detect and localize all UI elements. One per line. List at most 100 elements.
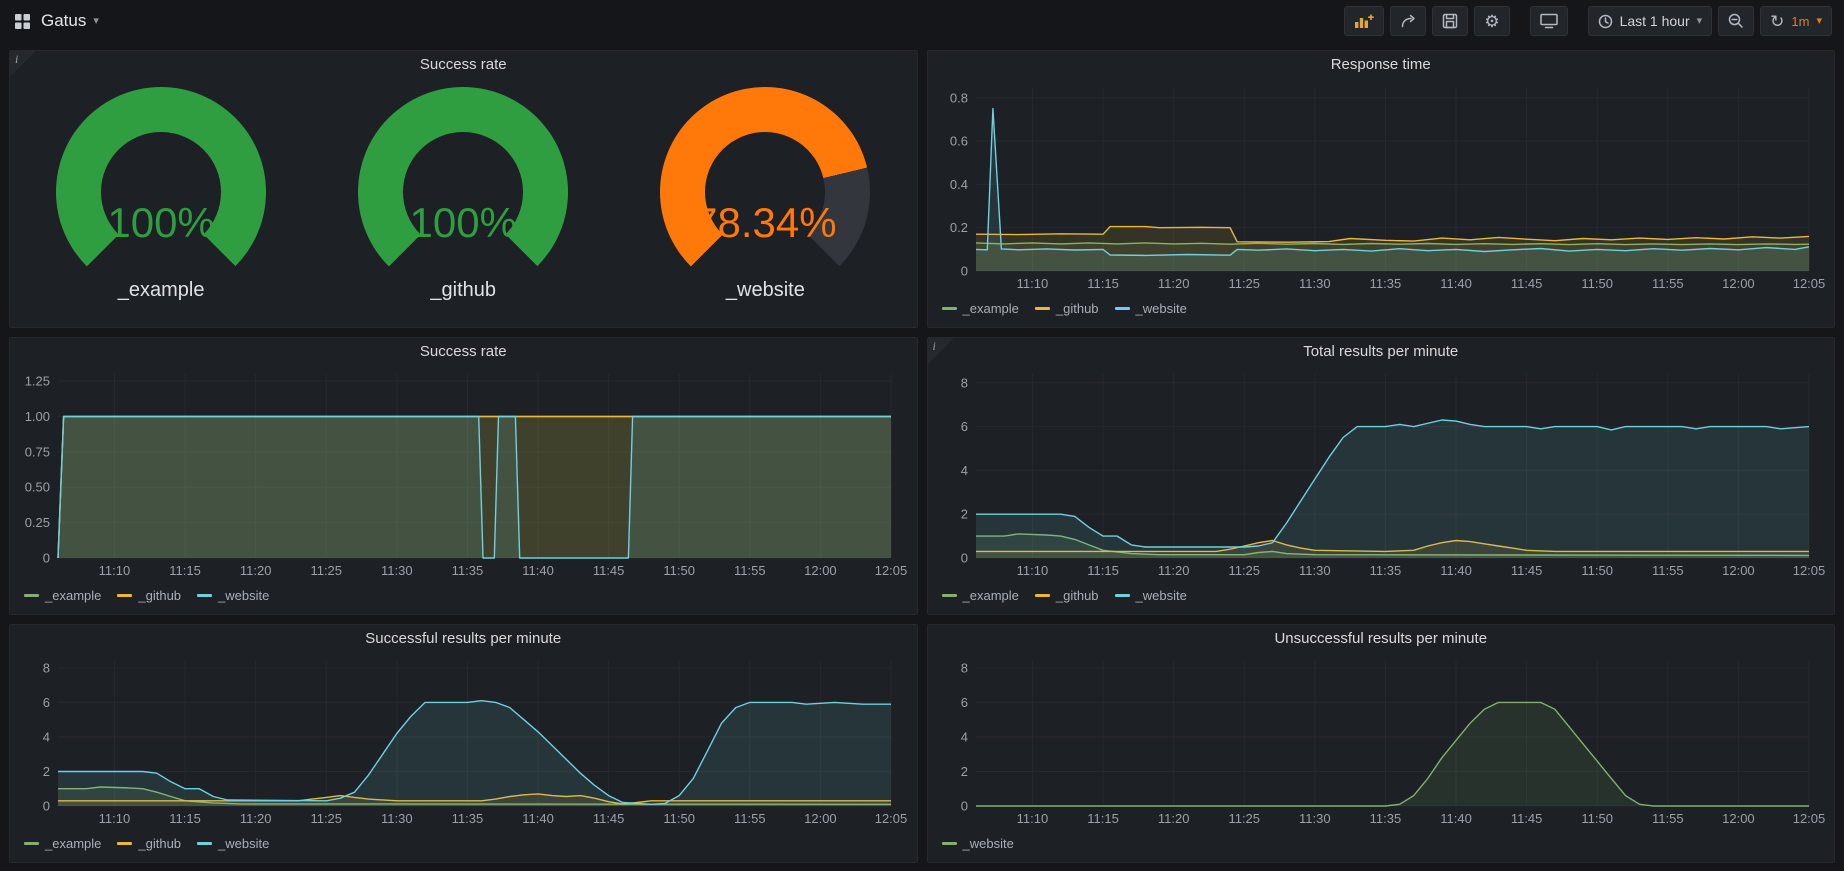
svg-text:11:45: 11:45 — [1510, 811, 1542, 826]
legend-series-swatch — [197, 842, 212, 845]
legend-series-swatch — [942, 307, 957, 310]
svg-text:4: 4 — [43, 729, 50, 744]
svg-text:12:05: 12:05 — [875, 811, 908, 826]
dashboard-title: Gatus — [41, 11, 86, 31]
legend-item[interactable]: _example — [24, 588, 101, 603]
svg-text:11:15: 11:15 — [1087, 276, 1119, 291]
panel-title[interactable]: Unsuccessful results per minute — [928, 625, 1835, 653]
response-time-chart[interactable]: 11:1011:1511:2011:2511:3011:3511:4011:45… — [934, 79, 1827, 295]
svg-text:1.25: 1.25 — [25, 374, 50, 389]
svg-text:12:00: 12:00 — [804, 811, 837, 826]
panel-title[interactable]: Response time — [928, 51, 1835, 79]
svg-text:11:20: 11:20 — [240, 563, 272, 578]
legend-item[interactable]: _website — [1115, 301, 1187, 316]
chart-area: 11:1011:1511:2011:2511:3011:3511:4011:45… — [934, 653, 1827, 830]
svg-text:11:55: 11:55 — [1652, 811, 1684, 826]
legend-series-label: _github — [1056, 588, 1099, 603]
legend-series-label: _website — [1136, 301, 1187, 316]
legend-item[interactable]: _github — [117, 836, 181, 851]
panel-title[interactable]: Successful results per minute — [10, 625, 917, 653]
share-button[interactable] — [1390, 6, 1426, 36]
svg-text:11:55: 11:55 — [1652, 563, 1684, 578]
chart-area: 11:1011:1511:2011:2511:3011:3511:4011:45… — [934, 366, 1827, 582]
info-icon: i — [15, 52, 18, 67]
dashboard-title-button[interactable]: Gatus ▾ — [41, 11, 99, 31]
legend-item[interactable]: _website — [942, 836, 1014, 851]
svg-text:11:35: 11:35 — [452, 811, 484, 826]
panel-successful-results: Successful results per minute 11:10 11:15… — [9, 624, 918, 863]
svg-text:11:25: 11:25 — [310, 563, 342, 578]
legend-item[interactable]: _example — [942, 301, 1019, 316]
svg-text:2: 2 — [43, 764, 50, 779]
svg-text:0: 0 — [43, 551, 50, 566]
svg-text:2: 2 — [960, 507, 967, 522]
chart-area: 11:1011:1511:2011:2511:3011:3511:4011:45… — [16, 653, 909, 830]
panel-title[interactable]: Success rate — [10, 338, 917, 366]
svg-text:12:05: 12:05 — [1792, 276, 1825, 291]
svg-text:11:15: 11:15 — [169, 811, 201, 826]
unsuccessful-results-chart[interactable]: 11:1011:1511:2011:2511:3011:3511:4011:45… — [934, 653, 1827, 830]
svg-text:1.00: 1.00 — [25, 409, 50, 424]
svg-text:11:35: 11:35 — [452, 563, 484, 578]
successful-results-chart[interactable]: 11:1011:1511:2011:2511:3011:3511:4011:45… — [16, 653, 909, 830]
chart-legend: _website — [928, 830, 1835, 862]
svg-text:12:05: 12:05 — [1792, 563, 1825, 578]
time-range-picker[interactable]: Last 1 hour ▾ — [1588, 6, 1713, 36]
svg-text:8: 8 — [960, 375, 967, 390]
panel-info-corner[interactable]: i — [10, 51, 36, 77]
legend-item[interactable]: _example — [24, 836, 101, 851]
total-results-chart[interactable]: 11:1011:1511:2011:2511:3011:3511:4011:45… — [934, 366, 1827, 582]
legend-series-swatch — [197, 594, 212, 597]
panel-total-results: i Total results per minute 11:1011:1511:… — [927, 337, 1836, 615]
panel-title[interactable]: Total results per minute — [928, 338, 1835, 366]
svg-text:4: 4 — [960, 463, 967, 478]
legend-item[interactable]: _github — [1035, 301, 1099, 316]
success-rate-chart[interactable]: 11:1011:1511:2011:2511:3011:3511:4011:45… — [16, 366, 909, 582]
svg-text:8: 8 — [43, 660, 50, 675]
gear-icon: ⚙ — [1484, 13, 1499, 30]
svg-text:11:55: 11:55 — [734, 563, 766, 578]
svg-text:0.8: 0.8 — [949, 90, 967, 105]
legend-item[interactable]: _github — [1035, 588, 1099, 603]
legend-series-label: _website — [1136, 588, 1187, 603]
svg-text:11:30: 11:30 — [1299, 811, 1331, 826]
svg-text:0: 0 — [960, 264, 967, 279]
gauge-github: 100% _github — [313, 87, 613, 302]
svg-text:11:20: 11:20 — [240, 811, 272, 826]
panel-unsuccessful-results: Unsuccessful results per minute 11:1011:… — [927, 624, 1836, 863]
dashboards-grid-icon[interactable] — [14, 13, 31, 30]
navbar-left: Gatus ▾ — [14, 11, 99, 31]
svg-text:4: 4 — [960, 729, 967, 744]
legend-item[interactable]: _website — [1115, 588, 1187, 603]
svg-text:11:15: 11:15 — [1087, 811, 1119, 826]
save-button[interactable] — [1432, 6, 1468, 36]
legend-item[interactable]: _website — [197, 588, 269, 603]
panel-title[interactable]: Success rate — [10, 51, 917, 79]
refresh-button[interactable]: ↻ 1m ▾ — [1760, 6, 1832, 36]
legend-item[interactable]: _example — [942, 588, 1019, 603]
legend-item[interactable]: _github — [117, 588, 181, 603]
zoom-out-icon — [1728, 13, 1744, 29]
legend-item[interactable]: _website — [197, 836, 269, 851]
svg-text:12:05: 12:05 — [1792, 811, 1825, 826]
svg-text:11:35: 11:35 — [1369, 276, 1401, 291]
panel-info-corner[interactable]: i — [928, 338, 954, 364]
svg-text:11:10: 11:10 — [1016, 276, 1048, 291]
svg-text:11:40: 11:40 — [522, 563, 554, 578]
cycle-view-button[interactable] — [1530, 6, 1568, 36]
svg-text:11:45: 11:45 — [593, 811, 625, 826]
svg-text:11:10: 11:10 — [99, 811, 131, 826]
svg-text:11:30: 11:30 — [381, 563, 413, 578]
zoom-out-button[interactable] — [1718, 6, 1754, 36]
settings-button[interactable]: ⚙ — [1474, 6, 1509, 36]
add-panel-button[interactable] — [1344, 6, 1384, 36]
svg-text:11:15: 11:15 — [169, 563, 201, 578]
svg-text:11:40: 11:40 — [1440, 563, 1472, 578]
svg-text:0.50: 0.50 — [25, 480, 50, 495]
svg-text:11:45: 11:45 — [1510, 276, 1542, 291]
navbar: Gatus ▾ ⚙ — [0, 0, 1844, 42]
svg-text:11:50: 11:50 — [1581, 276, 1613, 291]
svg-text:0.6: 0.6 — [949, 134, 967, 149]
grid-icon — [14, 13, 31, 30]
svg-text:12:00: 12:00 — [1722, 811, 1755, 826]
